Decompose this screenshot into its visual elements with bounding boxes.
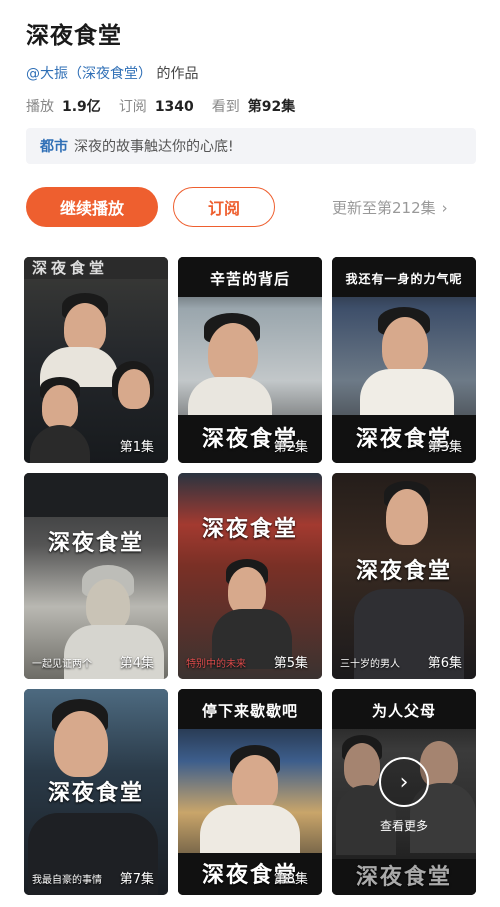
episode-caption: 我还有一身的力气呢 bbox=[332, 257, 476, 297]
subscribe-button[interactable]: 订阅 bbox=[173, 187, 275, 227]
figure bbox=[54, 711, 108, 777]
episode-label: 第6集 bbox=[427, 656, 462, 671]
update-status-text: 更新至第212集 bbox=[332, 199, 436, 217]
episode-label: 第2集 bbox=[273, 440, 308, 455]
episode-subtitle: 三十岁的男人 bbox=[340, 659, 400, 670]
figure bbox=[228, 567, 266, 615]
watched-label: 看到 bbox=[211, 99, 240, 115]
show-logo: 深夜食堂 bbox=[47, 780, 144, 806]
figure bbox=[386, 489, 428, 545]
figure bbox=[360, 369, 454, 419]
figure bbox=[382, 317, 428, 375]
show-logo: 深夜食堂 bbox=[24, 257, 168, 279]
episode-label: 第1集 bbox=[119, 440, 154, 455]
show-logo: 深夜食堂 bbox=[47, 530, 144, 556]
episode-card[interactable]: 停下来歇歇吧 深夜食堂 第8集 bbox=[178, 689, 322, 895]
episode-subtitle: 我最自豪的事情 bbox=[32, 875, 102, 886]
episode-caption: 为人父母 bbox=[332, 689, 476, 729]
figure bbox=[344, 743, 380, 789]
episode-label: 第5集 bbox=[273, 656, 308, 671]
author-link[interactable]: @大振（深夜食堂） bbox=[26, 66, 152, 82]
subscribe-count-value: 1340 bbox=[154, 99, 194, 115]
show-logo: 深夜食堂 bbox=[355, 864, 452, 890]
figure bbox=[64, 303, 106, 353]
episode-card[interactable]: 深夜食堂 一起见证两个 第4集 bbox=[24, 473, 168, 679]
episode-label: 第4集 bbox=[119, 656, 154, 671]
figure bbox=[86, 579, 130, 631]
genre-tag[interactable]: 都市 bbox=[40, 136, 68, 156]
genre-tagline: 都市 深夜的故事触达你的心底! bbox=[26, 128, 476, 164]
figure bbox=[42, 385, 78, 429]
subscribe-count-label: 订阅 bbox=[118, 99, 147, 115]
update-status-link[interactable]: 更新至第212集 › bbox=[332, 197, 448, 218]
episode-card[interactable]: 辛苦的背后 深夜食堂 第2集 bbox=[178, 257, 322, 463]
view-more-label[interactable]: 查看更多 bbox=[332, 817, 476, 834]
episode-card[interactable]: 深夜食堂 特别中的未来 第5集 bbox=[178, 473, 322, 679]
author-row: @大振（深夜食堂） 的作品 bbox=[26, 63, 198, 83]
episode-card[interactable]: 深夜食堂 三十岁的男人 第6集 bbox=[332, 473, 476, 679]
show-logo: 深夜食堂 bbox=[355, 558, 452, 584]
show-logo: 深夜食堂 bbox=[201, 516, 298, 542]
episode-grid: 深夜食堂 第1集 辛苦的背后 深夜食堂 第2集 我还有一身的力气呢 深夜食堂 第… bbox=[24, 257, 476, 897]
play-count-label: 播放 bbox=[26, 99, 54, 115]
episode-subtitle: 特别中的未来 bbox=[186, 659, 246, 670]
view-more-card[interactable]: 为人父母 › 查看更多 深夜食堂 bbox=[332, 689, 476, 895]
tagline-text: 深夜的故事触达你的心底! bbox=[74, 139, 234, 155]
episode-caption: 停下来歇歇吧 bbox=[178, 689, 322, 729]
chevron-right-icon: › bbox=[441, 198, 448, 217]
stats-row: 播放 1.9亿 订阅 1340 看到 第92集 bbox=[26, 96, 313, 116]
episode-label: 第7集 bbox=[119, 872, 154, 887]
episode-subtitle: 一起见证两个 bbox=[32, 659, 92, 670]
continue-play-button[interactable]: 继续播放 bbox=[26, 187, 158, 227]
car-shape bbox=[24, 473, 168, 517]
episode-card[interactable]: 深夜食堂 第1集 bbox=[24, 257, 168, 463]
figure bbox=[208, 323, 258, 383]
figure bbox=[118, 369, 150, 409]
episode-label: 第8集 bbox=[273, 872, 308, 887]
author-suffix: 的作品 bbox=[156, 66, 199, 82]
episode-caption: 辛苦的背后 bbox=[178, 257, 322, 297]
figure bbox=[232, 755, 278, 811]
play-count-value: 1.9亿 bbox=[62, 99, 101, 115]
figure bbox=[200, 805, 300, 855]
episode-label: 第3集 bbox=[427, 440, 462, 455]
episode-card[interactable]: 我还有一身的力气呢 深夜食堂 第3集 bbox=[332, 257, 476, 463]
episode-card[interactable]: 深夜食堂 我最自豪的事情 第7集 bbox=[24, 689, 168, 895]
show-title: 深夜食堂 bbox=[26, 23, 122, 49]
watched-value: 第92集 bbox=[247, 99, 296, 115]
chevron-right-icon[interactable]: › bbox=[379, 757, 429, 807]
